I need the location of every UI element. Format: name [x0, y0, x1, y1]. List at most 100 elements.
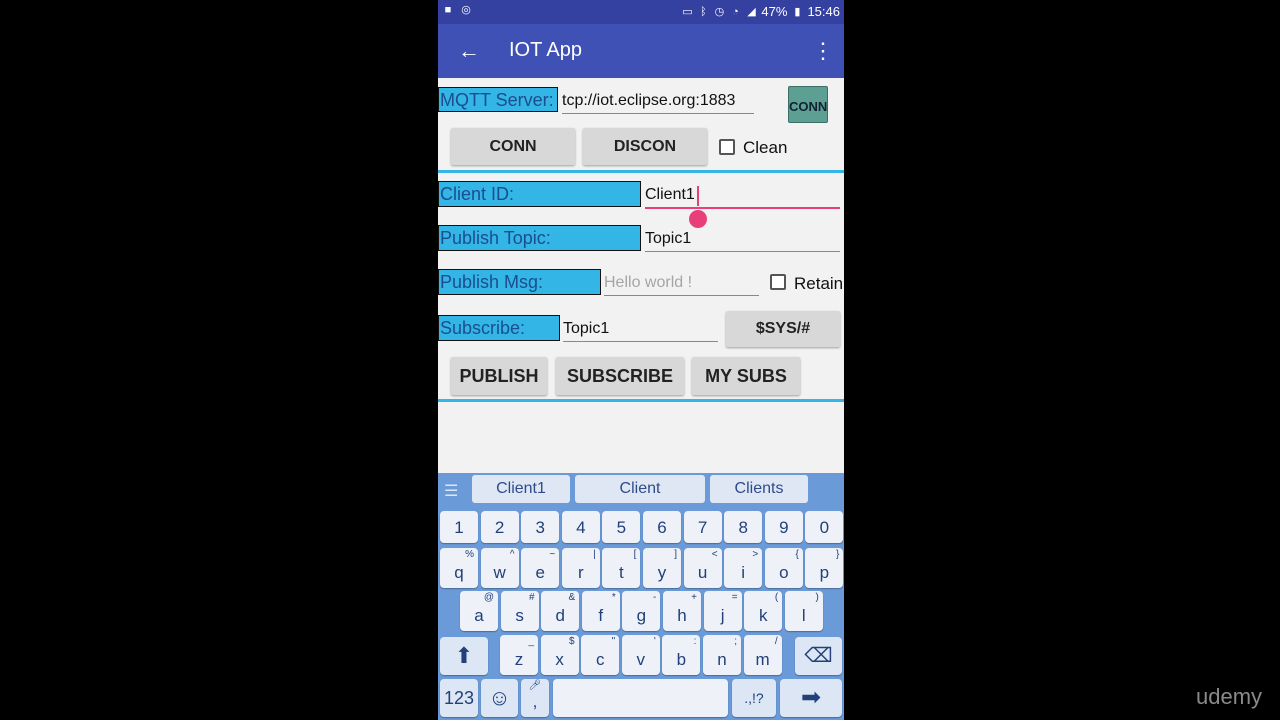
- key-p[interactable]: } p: [805, 548, 844, 588]
- enter-arrow-icon[interactable]: ➡: [780, 679, 842, 717]
- suggestion-item[interactable]: Client: [575, 475, 705, 503]
- key-8[interactable]: 8: [724, 511, 763, 543]
- battery-percent: 47%: [761, 4, 788, 19]
- key-char: 6: [657, 518, 667, 537]
- key-char: 0: [819, 518, 830, 537]
- key-9[interactable]: 9: [764, 511, 803, 543]
- clean-checkbox[interactable]: [719, 139, 735, 155]
- key-z[interactable]: _ z: [500, 635, 538, 675]
- bluetooth-icon: ᛒ: [700, 5, 707, 18]
- key-char: 7: [697, 518, 708, 537]
- key-4[interactable]: 4: [561, 511, 600, 543]
- disconnect-button[interactable]: DISCON: [583, 128, 707, 165]
- backspace-icon[interactable]: ⌫: [795, 637, 842, 675]
- key-char: b: [676, 650, 687, 669]
- comma-key[interactable]: 🎤︎ ,: [521, 679, 549, 717]
- mqtt-server-input[interactable]: tcp://iot.eclipse.org:1883: [562, 89, 754, 114]
- key-t[interactable]: [t: [602, 548, 641, 588]
- symbols-key[interactable]: 123: [440, 679, 478, 717]
- key-secondary-char: {: [795, 549, 799, 560]
- key-secondary-char: @: [483, 592, 494, 603]
- key-2[interactable]: 2: [480, 511, 519, 543]
- key-char: t: [619, 563, 624, 582]
- key-s[interactable]: # s: [500, 591, 539, 631]
- key-6[interactable]: 6: [643, 511, 681, 543]
- key-m[interactable]: / m: [743, 635, 782, 675]
- subscribe-topic-input[interactable]: Topic1: [563, 317, 718, 342]
- retain-checkbox[interactable]: [770, 274, 786, 290]
- key-secondary-char: %: [465, 549, 474, 560]
- key-r[interactable]: | r: [561, 548, 600, 588]
- key-i[interactable]: > i: [724, 548, 763, 588]
- shift-icon[interactable]: ⬆: [440, 637, 488, 675]
- battery-icon: ▮: [794, 5, 801, 18]
- key-secondary-char: ): [815, 592, 819, 603]
- key-w[interactable]: ^ w: [480, 548, 519, 588]
- udemy-watermark: udemy: [1196, 684, 1263, 709]
- back-arrow-icon[interactable]: ←: [454, 36, 484, 66]
- key-h[interactable]: + h: [663, 591, 701, 631]
- key-v[interactable]: ' v: [621, 635, 660, 675]
- text-cursor: [697, 186, 699, 206]
- key-secondary-char: [: [633, 549, 637, 560]
- my-subs-button[interactable]: MY SUBS: [692, 357, 800, 395]
- punctuation-key[interactable]: .,!?: [732, 679, 776, 717]
- key-l[interactable]: ) l: [784, 591, 823, 631]
- key-secondary-char: ]: [674, 549, 677, 560]
- publish-topic-input[interactable]: Topic1: [645, 227, 840, 252]
- client-id-input[interactable]: Client1: [645, 183, 840, 209]
- key-y[interactable]: ] y: [643, 548, 681, 588]
- key-char: l: [801, 606, 806, 625]
- key-char: h: [677, 606, 687, 625]
- emoji-icon[interactable]: ☺: [481, 679, 518, 717]
- keyboard-menu-icon[interactable]: ☰: [444, 481, 458, 501]
- key-n[interactable]: ; n: [703, 635, 741, 675]
- key-j[interactable]: = j: [703, 591, 742, 631]
- key-7[interactable]: 7: [683, 511, 722, 543]
- key-3[interactable]: 3: [521, 511, 560, 543]
- key-o[interactable]: {o: [764, 548, 803, 588]
- key-e[interactable]: ~ e: [521, 548, 560, 588]
- key-char: r: [577, 563, 584, 582]
- key-char: 5: [616, 518, 627, 537]
- key-f[interactable]: * f: [581, 591, 620, 631]
- key-char: m: [755, 650, 770, 669]
- key-c[interactable]: " c: [581, 635, 620, 675]
- key-secondary-char: =: [731, 592, 738, 603]
- key-a[interactable]: @ a: [460, 591, 498, 631]
- key-u[interactable]: < u: [683, 548, 722, 588]
- publish-msg-input[interactable]: Hello world !: [604, 271, 759, 296]
- publish-button[interactable]: PUBLISH: [451, 357, 547, 395]
- key-k[interactable]: (k: [744, 591, 783, 631]
- subscribe-button[interactable]: SUBSCRIBE: [556, 357, 684, 395]
- soft-keyboard: ☰ Client1 Client Clients 1 2 3 4 5 6 7 8 9 0% q ^ w ~…: [438, 473, 844, 720]
- phone-screen: ■ ◎ ▭ ᛒ ◷ ◔ ◢ 47% ▮ 15:46 ← IOT App ⋮ MQ…: [438, 0, 844, 720]
- key-g[interactable]: -g: [622, 591, 661, 631]
- connect-button[interactable]: CONN: [451, 128, 575, 165]
- key-char: 4: [576, 518, 586, 537]
- key-char: 8: [738, 518, 748, 537]
- key-d[interactable]: & d: [541, 591, 580, 631]
- key-b[interactable]: :b: [662, 635, 701, 675]
- key-secondary-char: -: [653, 592, 657, 603]
- key-1[interactable]: 1: [440, 511, 478, 543]
- key-x[interactable]: $ x: [540, 635, 579, 675]
- wifi-icon: ◔: [732, 5, 739, 18]
- client-id-label: Client ID:: [438, 181, 641, 207]
- suggestion-item[interactable]: Client1: [472, 475, 570, 503]
- sys-topic-button[interactable]: $SYS/#: [726, 311, 840, 347]
- key-char: c: [595, 650, 605, 669]
- clean-label: Clean: [743, 138, 788, 157]
- key-5[interactable]: 5: [602, 511, 641, 543]
- key-secondary-char: :: [693, 636, 697, 647]
- whatsapp-icon: ◎: [461, 4, 471, 16]
- app-bar: ← IOT App ⋮: [438, 24, 844, 78]
- overflow-menu-icon[interactable]: ⋮: [812, 36, 834, 66]
- key-char: g: [636, 606, 647, 625]
- suggestion-item[interactable]: Clients: [710, 475, 808, 503]
- space-bar[interactable]: [553, 679, 728, 717]
- key-q[interactable]: % q: [440, 548, 478, 588]
- cursor-handle[interactable]: [689, 210, 707, 228]
- key-0[interactable]: 0: [805, 511, 844, 543]
- key-char: u: [697, 563, 708, 582]
